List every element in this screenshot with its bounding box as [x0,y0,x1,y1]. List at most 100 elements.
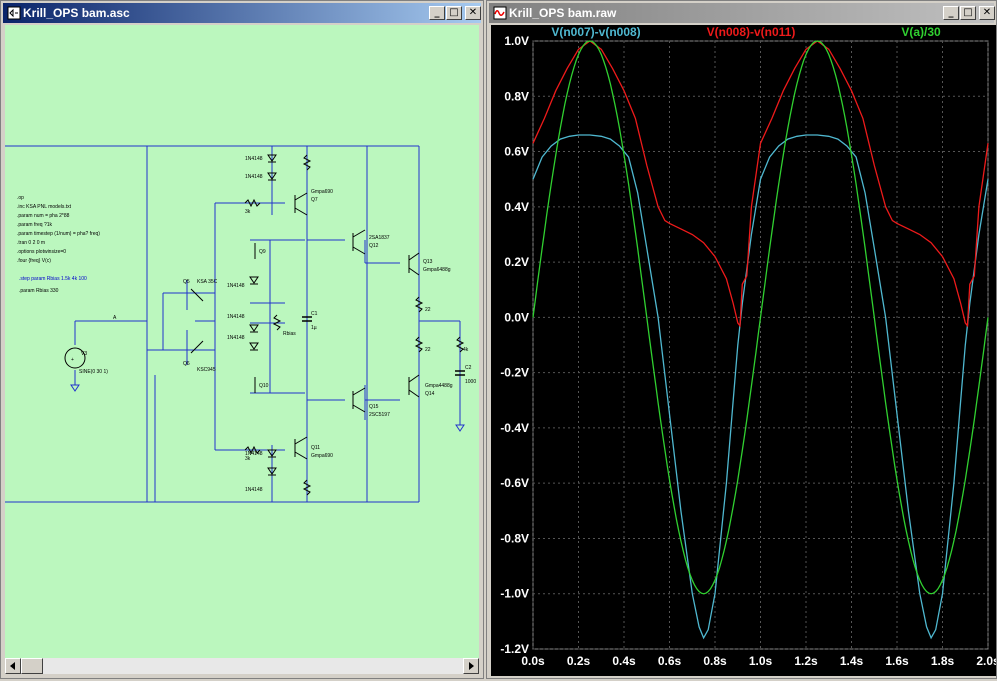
resistor-3k-label: 3k [245,209,251,215]
schematic-horizontal-scrollbar[interactable] [5,658,479,674]
y-tick-label: 0.0V [504,310,529,324]
trace-label-0[interactable]: V(n007)-v(n008) [551,25,640,39]
node-a-label: A [113,315,117,321]
close-icon: ✕ [982,7,992,18]
x-tick-label: 1.8s [931,654,955,668]
capacitor-symbols [302,316,465,376]
scroll-right-button[interactable] [463,658,479,674]
maximize-icon: □ [963,7,973,18]
rbias-label: Rbias [283,331,296,337]
q14-label: Q14 [425,391,435,397]
scroll-right-icon [469,662,474,670]
c2-label: C2 [465,365,472,371]
maximize-button[interactable]: □ [960,6,976,20]
directive-line: .options plotwinsize=0 [17,249,66,255]
x-tick-label: 2.0s [976,654,996,668]
waveform-plot[interactable]: 1.0V 0.8V 0.6V 0.4V 0.2V 0.0V -0.2V -0.4V -0.6V -… [491,25,997,676]
schematic-app-icon [7,6,21,20]
trace-label-2[interactable]: V(a)/30 [901,25,941,39]
resistor-22-label: 22 [425,347,431,353]
x-tick-label: 1.4s [840,654,864,668]
directive-line: .four {freq} V(c) [17,258,51,264]
q5-model: KSA 35C [197,279,218,285]
x-tick-label: 0.4s [612,654,636,668]
q11-label: Q11 [311,445,320,451]
close-button[interactable]: ✕ [979,6,995,20]
scroll-left-icon [10,662,15,670]
q7-label: Q7 [311,197,318,203]
q5-label: Q5 [183,279,190,285]
schematic-canvas[interactable]: + .op .inc KSA PNL models.txt .param num… [5,25,479,661]
transistor-symbols [190,192,420,460]
x-axis-tick-labels: 0.0s 0.2s 0.4s 0.6s 0.8s 1.0s 1.2s 1.4s 1.6s 1.8s… [521,654,997,668]
waveform-app-icon [493,6,507,20]
y-tick-label: 1.0V [504,34,529,48]
diode-model-label: 1N4148 [245,174,263,180]
directive-line: .param freq ?1k [17,222,53,228]
q15-label: Q15 [369,404,379,410]
c2-value: 1000 [465,379,476,385]
y-axis-tick-labels: 1.0V 0.8V 0.6V 0.4V 0.2V 0.0V -0.2V -0.4V -0.6V -… [500,34,529,656]
waveform-window-title: Krill_OPS bam.raw [509,6,617,20]
step-directive: .step param Rbias 1.5k 4k 100 [19,276,87,282]
x-tick-label: 0.2s [567,654,591,668]
diode-model-label: 1N4148 [245,487,263,493]
y-tick-label: -0.6V [500,476,529,490]
y-tick-label: -0.4V [500,421,529,435]
waveform-plot-pane[interactable]: 1.0V 0.8V 0.6V 0.4V 0.2V 0.0V -0.2V -0.4V -0.6V -… [491,25,997,676]
directive-line: .tran 0 2 0 m [17,240,45,246]
q7-model: Gmpa690 [311,189,333,195]
diode-model-label: 1N4148 [245,156,263,162]
schematic-window[interactable]: Krill_OPS bam.asc _ □ ✕ + .op .inc KSA P… [0,0,484,679]
trace-legend: V(n007)-v(n008) V(n008)-v(n011) V(a)/30 [551,25,941,39]
component-labels: V3 SINE(0 30 1) A Q5 KSA 35C Q6 KSC945 G… [79,156,476,493]
trace-label-1[interactable]: V(n008)-v(n011) [707,25,796,39]
maximize-icon: □ [449,7,459,18]
q16-model: 2SC5197 [369,412,390,418]
schematic-window-title: Krill_OPS bam.asc [23,6,130,20]
x-tick-label: 1.2s [794,654,818,668]
close-button[interactable]: ✕ [465,6,481,20]
schematic-titlebar[interactable]: Krill_OPS bam.asc _ □ ✕ [3,3,481,23]
x-tick-label: 0.0s [521,654,545,668]
q6-label: Q6 [183,361,190,367]
maximize-button[interactable]: □ [446,6,462,20]
minimize-button[interactable]: _ [943,6,959,20]
x-tick-label: 0.8s [703,654,727,668]
x-tick-label: 1.0s [749,654,773,668]
scroll-left-button[interactable] [5,658,21,674]
y-tick-label: 0.4V [504,200,529,214]
plot-traces [532,40,989,640]
resistor-symbols [244,154,465,496]
resistor-4k-label: 4k [463,347,469,353]
directive-line: .param timestep (1/num) = pha? freq) [17,231,100,237]
q13-label: Q13 [423,259,433,265]
spice-directives: .op .inc KSA PNL models.txt .param num =… [17,195,100,294]
x-tick-label: 0.6s [658,654,682,668]
q6-model: KSC945 [197,367,216,373]
resistor-22-label: 22 [425,307,431,313]
resistor-3k-label: 3k [245,456,251,462]
q13-model: Gmpa6488g [423,267,451,273]
c1-label: C1 [311,311,318,317]
ground-symbols [70,384,465,432]
directive-line: .op [17,195,24,201]
plot-grid [532,40,989,650]
waveform-titlebar[interactable]: Krill_OPS bam.raw _ □ ✕ [489,3,995,23]
v3-label: V3 [81,351,87,357]
c1-value: 1µ [311,325,317,331]
bias-directive: .param Rbias 330 [19,288,59,294]
y-tick-label: 0.6V [504,145,529,159]
diode-model-label: 1N4148 [227,335,245,341]
scrollbar-thumb[interactable] [21,658,43,674]
close-icon: ✕ [468,7,478,18]
q14-model: Gmpa4488g [425,383,453,389]
waveform-window[interactable]: Krill_OPS bam.raw _ □ ✕ 1.0V 0.8V 0.6V 0.4V… [486,0,997,679]
wires [5,145,461,503]
voltage-source-plus: + [71,357,74,363]
minimize-icon: _ [434,7,440,18]
y-tick-label: 0.2V [504,255,529,269]
q12-label: Q12 [369,243,379,249]
minimize-button[interactable]: _ [429,6,445,20]
q11-model: Gmpa690 [311,453,333,459]
